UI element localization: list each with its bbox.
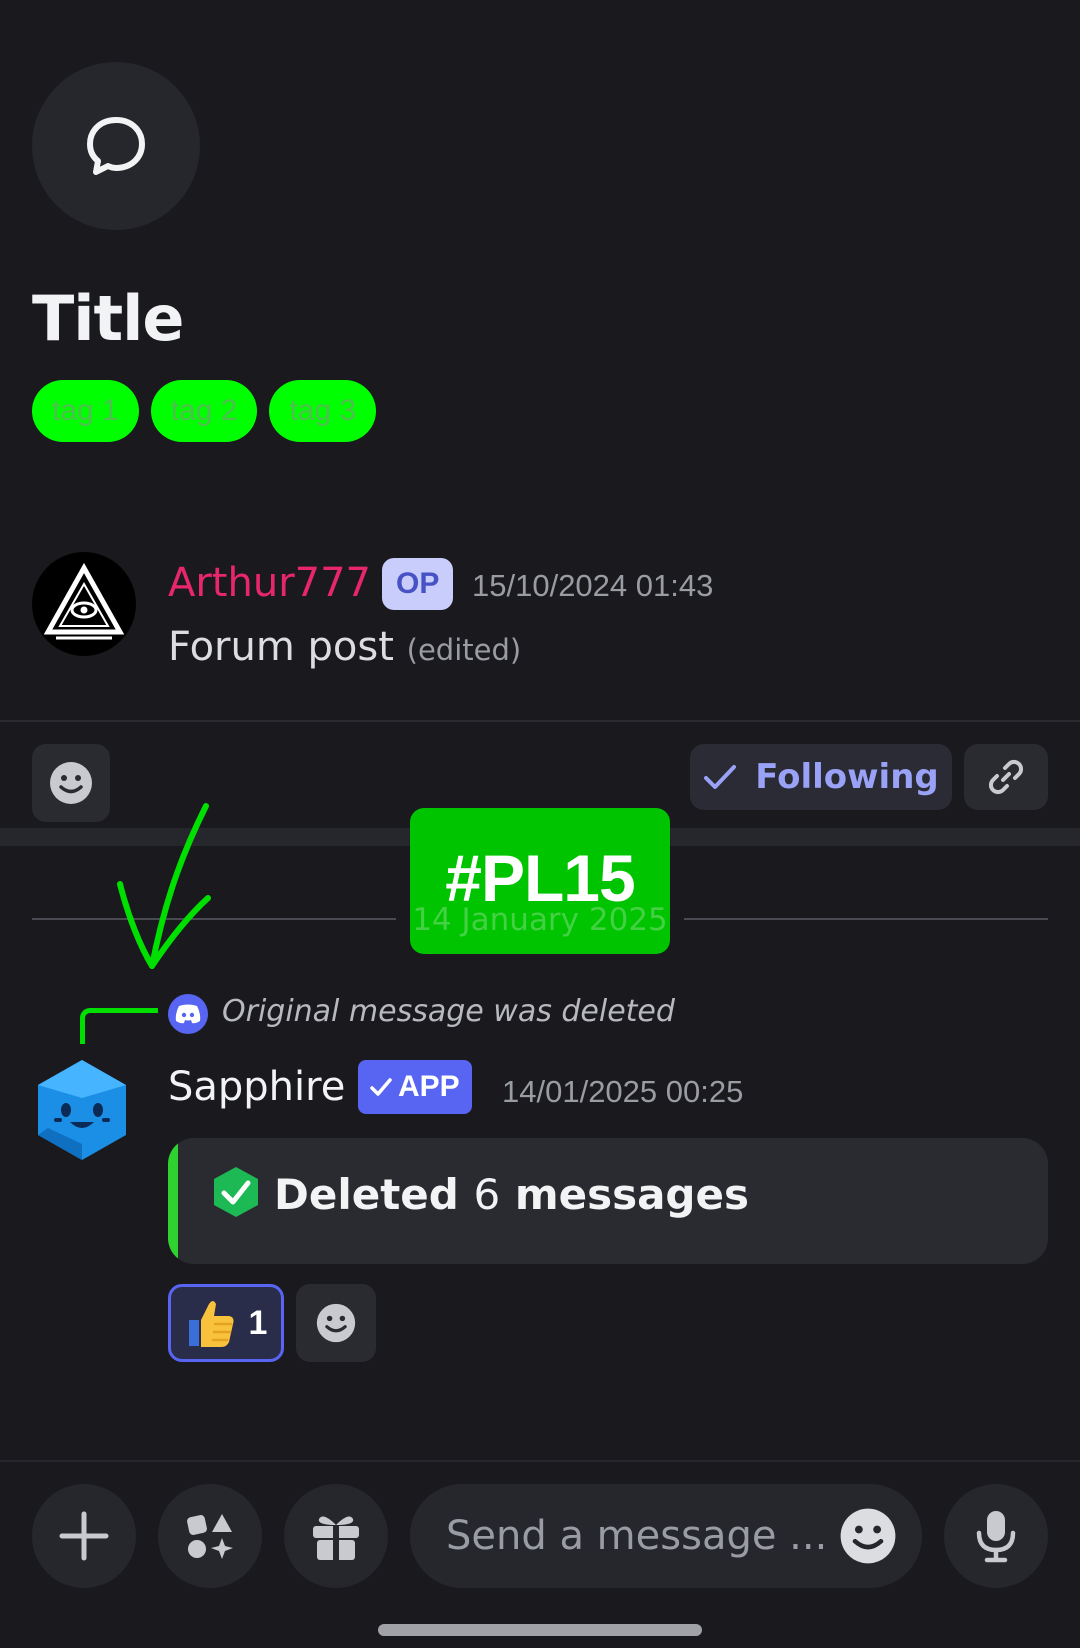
avatar[interactable] [32,552,136,656]
mic-icon [976,1511,1016,1563]
add-reaction-button[interactable] [296,1284,376,1362]
date-divider-line [684,918,1048,920]
check-icon [370,1078,392,1096]
apps-button[interactable] [158,1484,262,1588]
thread-view: Title tag 1 tag 2 tag 3 Arthur777 OP 15/… [0,0,1080,1648]
tag-chip[interactable]: tag 1 [32,380,139,442]
emoji-picker-icon[interactable] [838,1506,898,1566]
thumbs-up-icon [188,1301,234,1347]
gift-button[interactable] [284,1484,388,1588]
triangle-eye-logo-icon [43,562,125,640]
check-icon [704,765,737,789]
embed-count: 6 [473,1170,501,1219]
forum-channel-icon [32,62,200,230]
reaction-thumbs-up[interactable]: 1 [168,1284,284,1362]
link-icon [988,759,1024,795]
copy-link-button[interactable] [964,744,1048,810]
following-label: Following [755,757,939,797]
date-separator-text: 14 January 2025 [412,902,668,938]
attach-button[interactable] [32,1484,136,1588]
author-name[interactable]: Arthur777 [168,560,371,606]
sapphire-avatar[interactable] [36,1058,128,1162]
author-name[interactable]: Sapphire [168,1064,345,1110]
reply-connector [80,1008,158,1044]
timestamp: 14/01/2025 00:25 [502,1074,744,1109]
following-button[interactable]: Following [690,744,952,810]
message-composer [410,1484,922,1588]
plus-icon [59,1511,109,1561]
composer-divider [0,1460,1080,1462]
chat-bubble-icon [87,117,145,175]
success-check-icon [214,1167,258,1217]
smile-icon [316,1303,356,1343]
arrow-annotation-icon [117,803,211,969]
smile-icon [50,762,92,804]
voice-message-button[interactable] [944,1484,1048,1588]
message-content: Forum post (edited) [168,624,521,670]
embed-text-prefix: Deleted [274,1170,459,1219]
edited-label: (edited) [406,633,522,667]
tag-chip[interactable]: tag 2 [150,380,258,442]
app-badge: APP [358,1060,472,1114]
gift-icon [313,1516,359,1560]
app-badge-label: APP [398,1070,460,1103]
message-embed: Deleted 6 messages [168,1138,1048,1264]
embed-text: Deleted 6 messages [274,1170,749,1219]
embed-accent-bar [168,1138,178,1264]
embed-text-suffix: messages [514,1170,749,1219]
timestamp: 15/10/2024 01:43 [472,568,714,603]
message-input[interactable] [446,1484,826,1588]
apps-icon [187,1514,233,1559]
home-indicator[interactable] [378,1624,702,1636]
tag-list: tag 1 tag 2 tag 3 [32,380,377,442]
reaction-count: 1 [248,1303,268,1342]
tag-chip[interactable]: tag 3 [269,380,377,442]
discord-icon [168,994,208,1034]
reply-reference-text[interactable]: Original message was deleted [222,994,675,1029]
divider [0,720,1080,722]
add-reaction-button[interactable] [32,744,110,822]
op-badge: OP [382,558,454,610]
page-title: Title [32,282,184,355]
message-text: Forum post [168,624,394,670]
